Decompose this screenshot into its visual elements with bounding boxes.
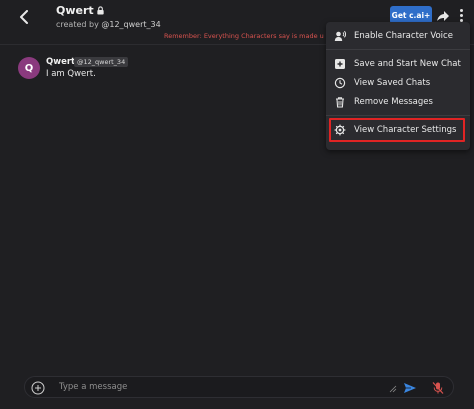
menu-divider bbox=[326, 115, 470, 116]
message-text: I am Qwert. bbox=[46, 69, 96, 79]
menu-item-enable-voice[interactable]: Enable Character Voice bbox=[334, 28, 453, 44]
created-by-label: created by bbox=[56, 20, 102, 29]
author-tag-badge: @12_qwert_34 bbox=[74, 57, 129, 67]
plus-circle-icon bbox=[31, 381, 45, 395]
back-button[interactable] bbox=[12, 6, 36, 28]
more-dot bbox=[459, 13, 463, 17]
lock-icon bbox=[97, 6, 104, 15]
microphone-button[interactable] bbox=[431, 380, 445, 394]
menu-item-remove-messages[interactable]: Remove Messages bbox=[334, 94, 433, 110]
menu-item-label: View Saved Chats bbox=[354, 78, 431, 88]
message-author: Qwert bbox=[46, 57, 76, 67]
share-button[interactable] bbox=[436, 8, 450, 22]
send-button[interactable] bbox=[403, 380, 417, 394]
menu-item-label: View Character Settings bbox=[354, 125, 457, 135]
avatar[interactable]: Q bbox=[18, 57, 40, 79]
send-icon bbox=[404, 383, 416, 393]
menu-item-label: Enable Character Voice bbox=[354, 31, 453, 41]
options-menu: Enable Character Voice Save and Start Ne… bbox=[326, 22, 470, 150]
menu-divider bbox=[326, 49, 470, 50]
add-attachment-button[interactable] bbox=[31, 380, 45, 395]
message-input[interactable] bbox=[59, 379, 379, 395]
menu-item-save-new-chat[interactable]: Save and Start New Chat bbox=[334, 56, 461, 72]
creator-line: created by @12_qwert_34 bbox=[56, 20, 161, 29]
menu-item-label: Save and Start New Chat bbox=[354, 59, 461, 69]
menu-item-view-saved-chats[interactable]: View Saved Chats bbox=[334, 75, 430, 91]
character-name-text: Qwert bbox=[56, 4, 94, 17]
trash-icon bbox=[336, 97, 344, 108]
share-icon bbox=[437, 11, 449, 21]
history-icon bbox=[334, 77, 346, 89]
chevron-left-icon bbox=[20, 10, 28, 24]
voice-icon bbox=[334, 30, 346, 41]
menu-item-label: Remove Messages bbox=[354, 97, 433, 107]
resize-handle-icon[interactable] bbox=[389, 385, 397, 393]
message-composer bbox=[24, 376, 454, 398]
mic-off-icon bbox=[432, 382, 444, 394]
creator-handle[interactable]: @12_qwert_34 bbox=[101, 20, 160, 29]
new-chat-icon bbox=[335, 59, 345, 69]
menu-item-view-character-settings[interactable]: View Character Settings bbox=[334, 122, 456, 138]
disclaimer-notice: Remember: Everything Characters say is m… bbox=[164, 32, 324, 40]
character-name[interactable]: Qwert bbox=[56, 4, 161, 17]
gear-icon bbox=[334, 124, 346, 136]
character-title-block: Qwert created by @12_qwert_34 bbox=[56, 4, 161, 29]
more-dot bbox=[459, 8, 463, 12]
